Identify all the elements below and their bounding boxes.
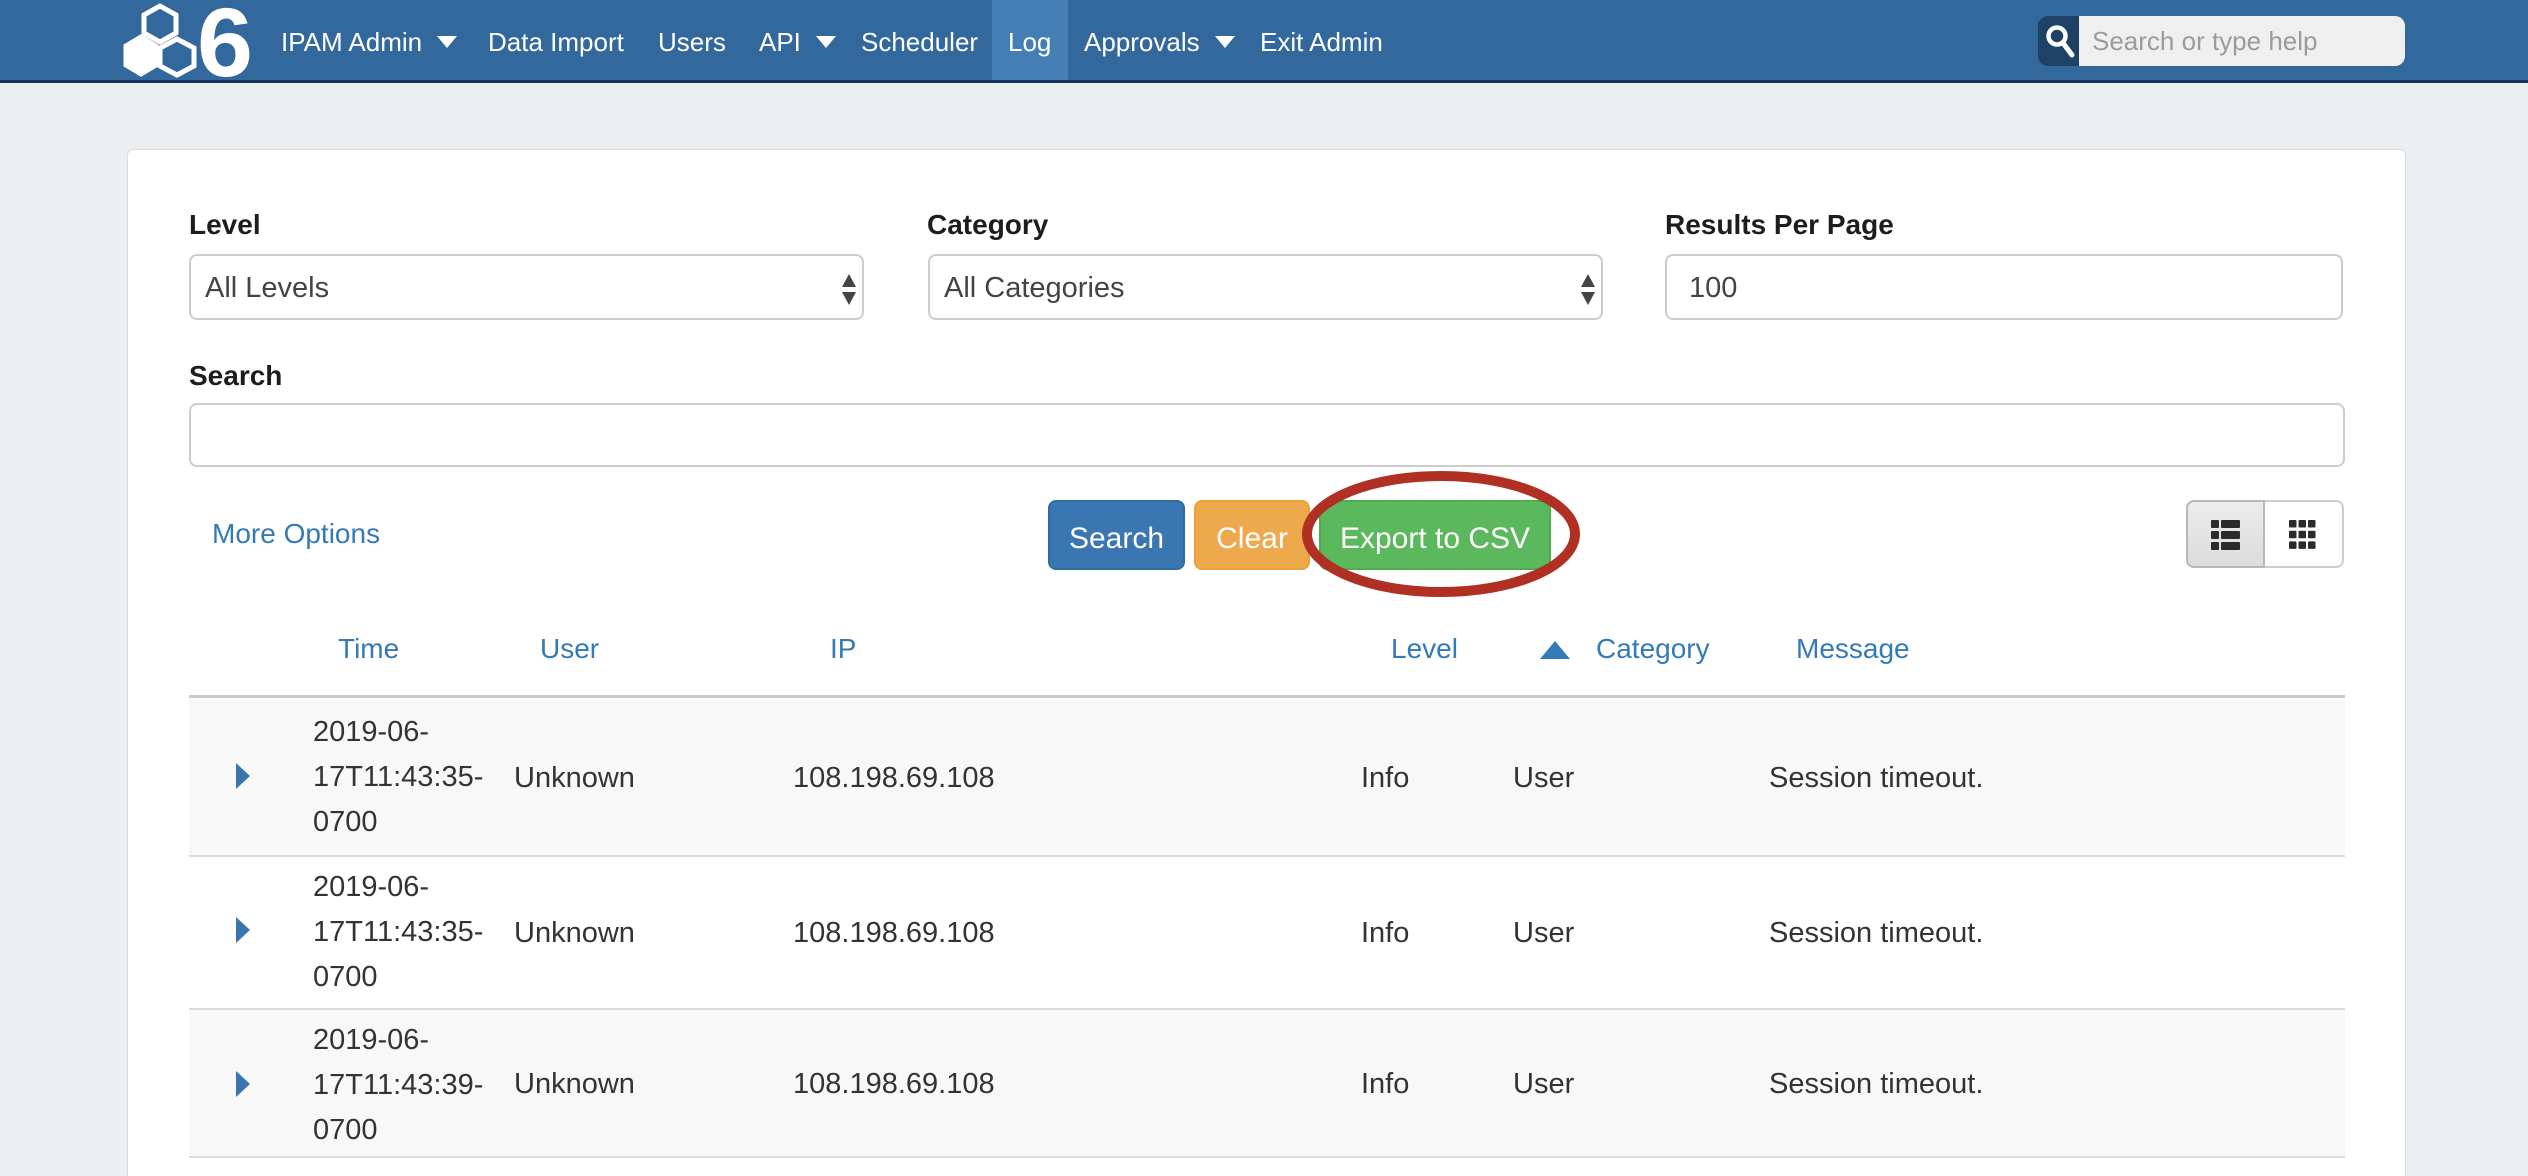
svg-text:6: 6 — [197, 0, 253, 80]
